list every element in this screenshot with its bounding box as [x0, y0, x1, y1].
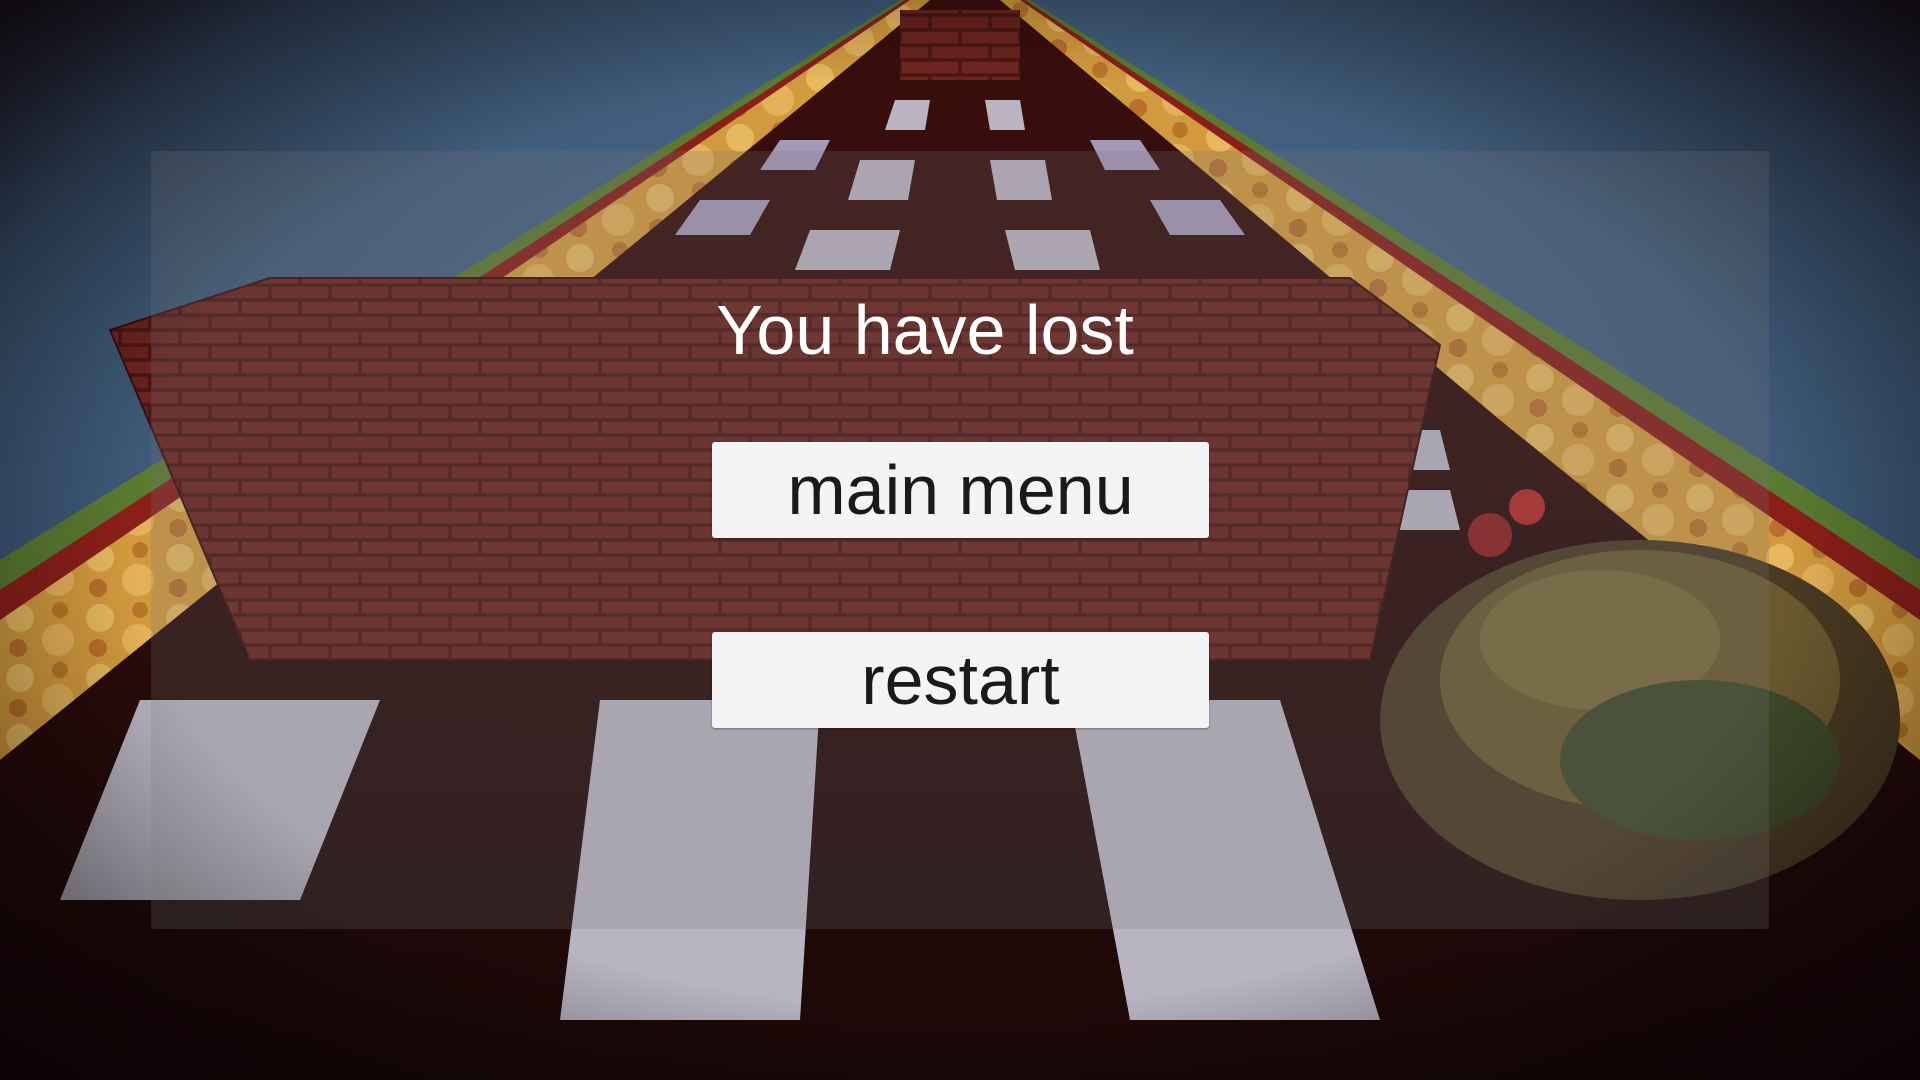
game-over-panel: [151, 151, 1769, 929]
game-over-title: You have lost: [716, 291, 1134, 369]
main-menu-button[interactable]: main menu: [712, 442, 1209, 538]
restart-button[interactable]: restart: [712, 632, 1209, 728]
